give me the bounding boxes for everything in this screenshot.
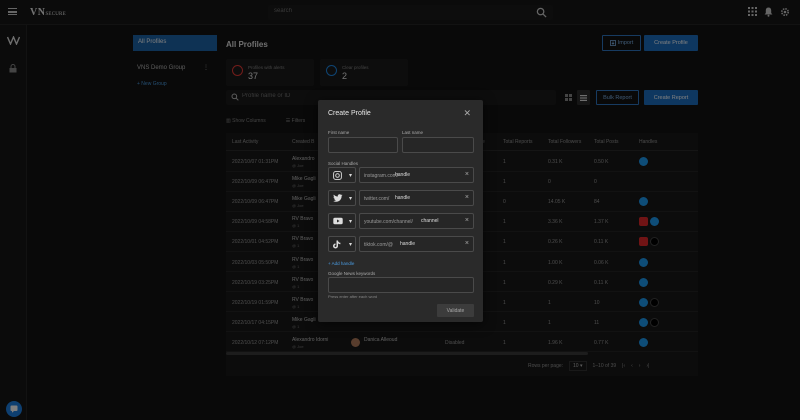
instagram-icon xyxy=(333,171,342,182)
handle-row-instagram: ▾ instagram.com/ × xyxy=(328,167,474,183)
first-name-label: First name xyxy=(328,130,350,135)
add-handle-link[interactable]: + Add handle xyxy=(328,261,354,266)
handle-row-youtube: ▾ youtube.com/channel/ × xyxy=(328,213,474,229)
validate-button[interactable]: Validate xyxy=(437,304,474,317)
first-name-field[interactable] xyxy=(328,137,398,153)
twitter-icon xyxy=(333,194,343,205)
close-icon[interactable]: ✕ xyxy=(463,108,471,119)
platform-select[interactable]: ▾ xyxy=(328,190,356,206)
last-name-label: Last name xyxy=(402,130,424,135)
handle-prefix: youtube.com/channel/ xyxy=(364,219,413,225)
youtube-icon xyxy=(333,217,343,227)
handle-prefix: twitter.com/ xyxy=(364,196,390,202)
first-name-input[interactable] xyxy=(333,141,395,147)
social-handles-label: Social Handles xyxy=(328,161,359,166)
handle-field[interactable]: youtube.com/channel/ × xyxy=(359,213,474,229)
platform-select[interactable]: ▾ xyxy=(328,167,356,183)
keywords-field[interactable] xyxy=(328,277,474,293)
handle-field[interactable]: tiktok.com/@ × xyxy=(359,236,474,252)
handle-input[interactable] xyxy=(421,218,466,224)
handle-input[interactable] xyxy=(395,172,440,178)
handle-field[interactable]: instagram.com/ × xyxy=(359,167,474,183)
handle-row-twitter: ▾ twitter.com/ × xyxy=(328,190,474,206)
create-profile-dialog: Create Profile ✕ First name Last name So… xyxy=(318,100,483,322)
chevron-down-icon: ▾ xyxy=(348,242,352,248)
last-name-field[interactable] xyxy=(402,137,474,153)
clear-icon[interactable]: × xyxy=(465,240,469,247)
chevron-down-icon: ▾ xyxy=(348,196,352,202)
tiktok-icon xyxy=(333,240,341,251)
platform-select[interactable]: ▾ xyxy=(328,236,356,252)
handle-row-tiktok: ▾ tiktok.com/@ × xyxy=(328,236,474,252)
chevron-down-icon: ▾ xyxy=(348,219,352,225)
chevron-down-icon: ▾ xyxy=(348,173,352,179)
keywords-hint: Press enter after each word xyxy=(328,294,378,299)
handle-input[interactable] xyxy=(400,241,445,247)
platform-select[interactable]: ▾ xyxy=(328,213,356,229)
handle-prefix: instagram.com/ xyxy=(364,173,399,179)
handle-prefix: tiktok.com/@ xyxy=(364,242,393,248)
clear-icon[interactable]: × xyxy=(465,171,469,178)
dialog-title: Create Profile xyxy=(328,110,371,117)
clear-icon[interactable]: × xyxy=(465,217,469,224)
keywords-label: Google News keywords xyxy=(328,271,376,276)
clear-icon[interactable]: × xyxy=(465,194,469,201)
handle-field[interactable]: twitter.com/ × xyxy=(359,190,474,206)
keywords-input[interactable] xyxy=(333,281,463,287)
handle-input[interactable] xyxy=(395,195,440,201)
last-name-input[interactable] xyxy=(407,141,470,147)
